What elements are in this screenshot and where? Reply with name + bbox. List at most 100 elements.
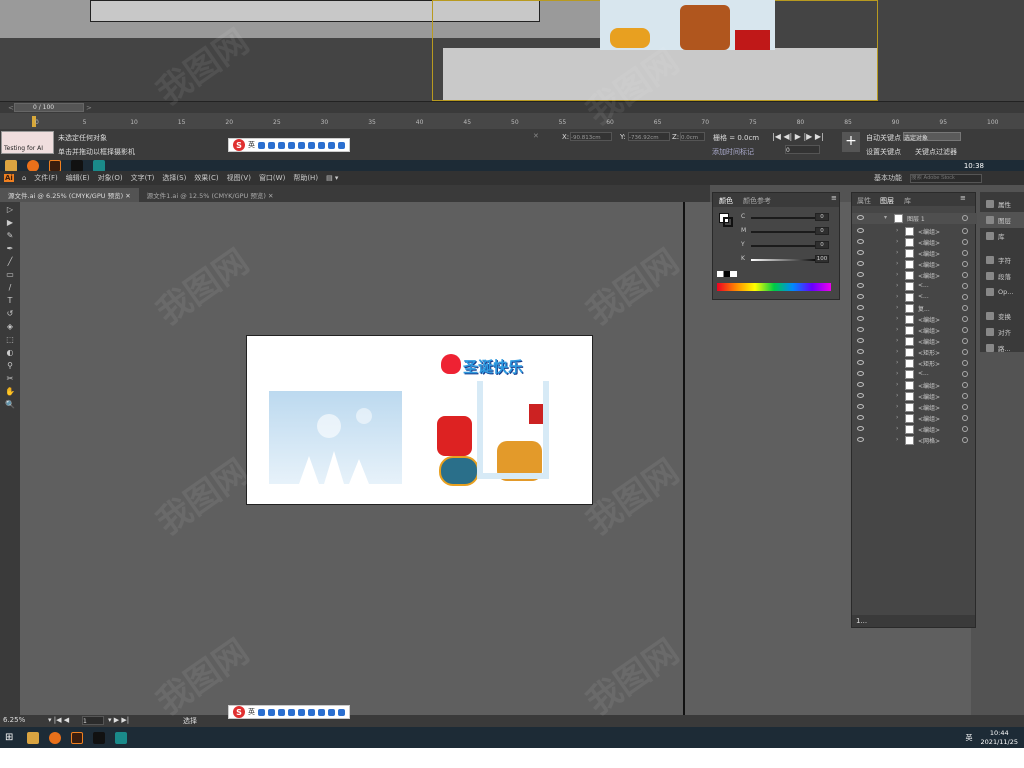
sublayer-row[interactable]: › <编组>: [852, 237, 977, 248]
visibility-eye-icon[interactable]: [857, 228, 864, 233]
target-icon[interactable]: [962, 338, 968, 344]
visibility-eye-icon[interactable]: [857, 250, 864, 255]
expand-arrow-icon[interactable]: ›: [896, 359, 898, 366]
sublayer-row[interactable]: › <编组>: [852, 248, 977, 259]
tool-5[interactable]: ▭: [5, 270, 15, 280]
visibility-eye-icon[interactable]: [857, 371, 864, 376]
expand-arrow-icon[interactable]: ›: [896, 414, 898, 421]
visibility-eye-icon[interactable]: [857, 426, 864, 431]
expand-arrow-icon[interactable]: ›: [896, 326, 898, 333]
tool-14[interactable]: ✋: [5, 387, 15, 397]
visibility-eye-icon[interactable]: [857, 393, 864, 398]
target-icon[interactable]: [962, 393, 968, 399]
expand-arrow-icon[interactable]: ›: [896, 249, 898, 256]
dock-properties[interactable]: 属性: [980, 196, 1024, 212]
tool-1[interactable]: ▶: [5, 218, 15, 228]
ime-toolbar-top[interactable]: S 英: [228, 138, 350, 152]
sublayer-row[interactable]: › <编组>: [852, 380, 977, 391]
expand-arrow-icon[interactable]: ›: [896, 293, 898, 300]
menu-type[interactable]: 文字(T): [131, 173, 155, 183]
visibility-eye-icon[interactable]: [857, 305, 864, 310]
ime-lang[interactable]: 英: [248, 707, 255, 717]
tool-6[interactable]: /: [5, 283, 15, 293]
menu-window[interactable]: 窗口(W): [259, 173, 285, 183]
3dsmax-icon[interactable]: [115, 731, 127, 744]
christmas-frame-group[interactable]: 圣诞快乐: [437, 346, 577, 496]
clock[interactable]: 10:44 2021/11/25: [981, 729, 1018, 747]
slider-k[interactable]: K 100: [717, 255, 835, 265]
visibility-eye-icon[interactable]: [857, 239, 864, 244]
add-time-tag[interactable]: 添加时间标记: [712, 147, 754, 157]
home-icon[interactable]: ⌂: [22, 174, 26, 182]
target-icon[interactable]: [962, 316, 968, 322]
tool-4[interactable]: ╱: [5, 257, 15, 267]
coord-x-field[interactable]: -90.813cm: [570, 132, 612, 141]
auto-key-button[interactable]: 自动关键点: [866, 133, 901, 143]
target-icon[interactable]: [962, 215, 968, 221]
slider-c[interactable]: C0: [717, 213, 835, 223]
ime-indicator[interactable]: 英: [966, 733, 973, 743]
visibility-eye-icon[interactable]: [857, 272, 864, 277]
layout-switcher-icon[interactable]: ▤ ▾: [326, 174, 338, 182]
terminal-icon[interactable]: [93, 731, 105, 744]
time-slider[interactable]: < 0 / 100 >: [0, 101, 1024, 113]
tool-11[interactable]: ◐: [5, 348, 15, 358]
slider-m[interactable]: M0: [717, 227, 835, 237]
expand-arrow-icon[interactable]: ›: [896, 381, 898, 388]
target-icon[interactable]: [962, 272, 968, 278]
expand-arrow-icon[interactable]: ›: [896, 425, 898, 432]
target-icon[interactable]: [962, 327, 968, 333]
target-icon[interactable]: [962, 239, 968, 245]
tab-properties[interactable]: 属性: [857, 196, 871, 206]
expand-arrow-icon[interactable]: ›: [896, 238, 898, 245]
coord-z-field[interactable]: 0.0cm: [680, 132, 705, 141]
menu-view[interactable]: 视图(V): [227, 173, 251, 183]
sublayer-row[interactable]: › <编组>: [852, 314, 977, 325]
expand-arrow-icon[interactable]: ▾: [884, 214, 887, 221]
frame-field[interactable]: 0: [785, 145, 820, 154]
menu-file[interactable]: 文件(F): [34, 173, 58, 183]
expand-arrow-icon[interactable]: ›: [896, 337, 898, 344]
set-key-button[interactable]: +: [842, 132, 860, 152]
expand-arrow-icon[interactable]: ›: [896, 348, 898, 355]
sublayer-row[interactable]: › <编组>: [852, 413, 977, 424]
illustrator-icon[interactable]: [71, 731, 83, 744]
expand-arrow-icon[interactable]: ›: [896, 271, 898, 278]
tab-document-1[interactable]: 源文件.ai @ 6.25% (CMYK/GPU 预览) ✕: [0, 188, 139, 202]
artboard[interactable]: 圣诞快乐: [246, 335, 593, 505]
tool-8[interactable]: ↺: [5, 309, 15, 319]
tab-document-2[interactable]: 源文件1.ai @ 12.5% (CMYK/GPU 预览) ✕: [138, 188, 282, 202]
visibility-eye-icon[interactable]: [857, 316, 864, 321]
target-icon[interactable]: [962, 261, 968, 267]
expand-arrow-icon[interactable]: ›: [896, 282, 898, 289]
sublayer-row[interactable]: › <矩形>: [852, 347, 977, 358]
dock-transform[interactable]: 变换: [980, 308, 1024, 324]
coord-y-field[interactable]: -736.92cm: [628, 132, 670, 141]
dock-pathfinder[interactable]: 路...: [980, 340, 1024, 356]
folder-icon[interactable]: [27, 731, 39, 744]
browser-icon[interactable]: [49, 731, 61, 744]
sublayer-row[interactable]: › <矩形>: [852, 358, 977, 369]
set-key-mode-button[interactable]: 设置关键点: [866, 147, 901, 157]
dock-libraries[interactable]: 库: [980, 228, 1024, 244]
tool-2[interactable]: ✎: [5, 231, 15, 241]
visibility-eye-icon[interactable]: [857, 360, 864, 365]
tool-3[interactable]: ✒: [5, 244, 15, 254]
menu-effect[interactable]: 效果(C): [194, 173, 218, 183]
artboard-number-field[interactable]: 1: [82, 716, 104, 725]
visibility-eye-icon[interactable]: [857, 338, 864, 343]
expand-arrow-icon[interactable]: ›: [896, 227, 898, 234]
windows-start-icon[interactable]: ⊞: [5, 732, 17, 744]
target-icon[interactable]: [962, 250, 968, 256]
tool-15[interactable]: 🔍: [5, 400, 15, 410]
time-slider-thumb[interactable]: 0 / 100: [14, 103, 84, 112]
tool-12[interactable]: ⚲: [5, 361, 15, 371]
key-filters-button[interactable]: 关键点过滤器: [915, 147, 957, 157]
sublayer-row[interactable]: › <...: [852, 292, 977, 303]
expand-arrow-icon[interactable]: ›: [896, 260, 898, 267]
stock-search-input[interactable]: [910, 173, 982, 183]
target-icon[interactable]: [962, 349, 968, 355]
sublayer-row[interactable]: › <编组>: [852, 336, 977, 347]
visibility-eye-icon[interactable]: [857, 415, 864, 420]
visibility-eye-icon[interactable]: [857, 437, 864, 442]
